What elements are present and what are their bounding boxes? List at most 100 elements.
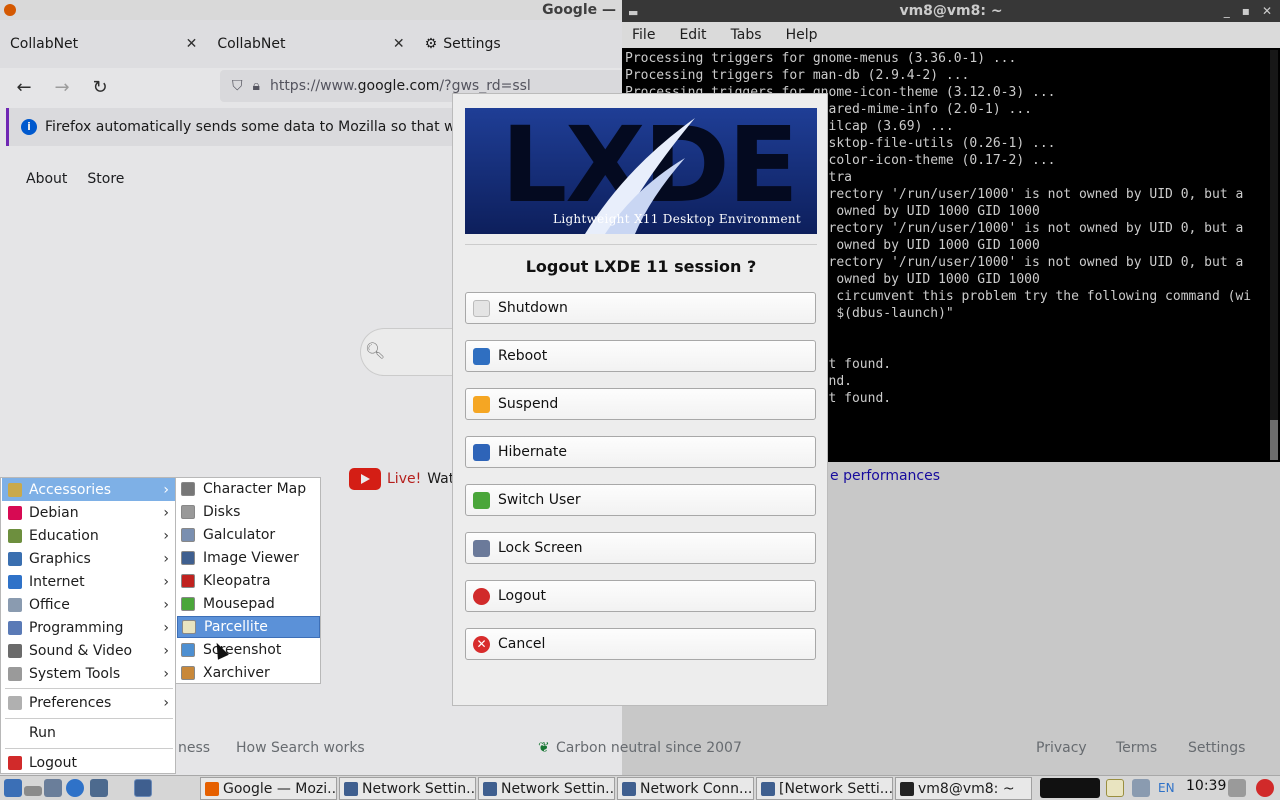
window-menu-icon[interactable]: ▬ [628, 2, 638, 24]
store-link[interactable]: Store [87, 171, 124, 187]
submenu-item-parcellite[interactable]: Parcellite [177, 616, 320, 638]
menu-item-logout[interactable]: Logout [2, 751, 175, 774]
button-label: Lock Screen [498, 540, 583, 556]
switch-user-button[interactable]: Switch User [465, 484, 816, 516]
keyboard-layout[interactable]: EN [1158, 781, 1175, 795]
youtube-icon [349, 468, 381, 490]
clock[interactable]: 10:39 [1186, 778, 1226, 794]
submenu-item-screenshot[interactable]: Screenshot [177, 639, 320, 661]
menu-item-graphics[interactable]: Graphics › [2, 547, 175, 570]
kleopatra-icon [181, 574, 195, 588]
submenu-item-disks[interactable]: Disks [177, 501, 320, 523]
close-icon[interactable]: ✕ [393, 36, 405, 52]
close-icon[interactable]: ✕ [186, 36, 198, 52]
carbon-neutral-text[interactable]: Carbon neutral since 2007 [556, 740, 742, 756]
chevron-right-icon: › [163, 665, 169, 682]
menu-item-sound-video[interactable]: Sound & Video › [2, 639, 175, 662]
logout-icon [8, 755, 22, 770]
terminal-scrollbar[interactable] [1270, 50, 1278, 460]
desktop-switcher-icon[interactable] [90, 779, 108, 797]
submenu-item-character-map[interactable]: Character Map [177, 478, 320, 500]
menu-item-accessories[interactable]: Accessories › [2, 478, 175, 501]
mousepad-icon [181, 597, 195, 611]
minimize-all-icon[interactable] [24, 786, 42, 796]
lock-screen-icon [473, 539, 490, 557]
youtube-promo[interactable]: Live! Watc [349, 468, 462, 490]
forward-arrow-icon[interactable]: → [52, 77, 72, 98]
shutdown-button[interactable]: Shutdown [465, 292, 816, 324]
submenu-item-xarchiver[interactable]: Xarchiver [177, 662, 320, 684]
menu-item-debian[interactable]: Debian › [2, 501, 175, 524]
lock-icon[interactable] [1228, 779, 1246, 797]
hibernate-button[interactable]: Hibernate [465, 436, 816, 468]
menu-item-education[interactable]: Education › [2, 524, 175, 547]
lock-icon[interactable]: 🔒︎ [253, 78, 260, 94]
maximize-icon[interactable]: ▪ [1242, 0, 1250, 22]
menu-item-internet[interactable]: Internet › [2, 570, 175, 593]
scrollbar-thumb[interactable] [1270, 420, 1278, 460]
taskbar-task-button[interactable]: Network Settin... [478, 777, 615, 800]
file-manager-icon[interactable] [44, 779, 62, 797]
privacy-link[interactable]: Privacy [1036, 740, 1087, 756]
task-label: [Network Setti... [779, 780, 893, 797]
menu-item-programming[interactable]: Programming › [2, 616, 175, 639]
submenu-item-label: Image Viewer [203, 550, 299, 566]
programming-icon [8, 620, 22, 635]
network-tray-icon[interactable] [1132, 779, 1150, 797]
tab-label: Settings [443, 36, 501, 52]
taskbar-task-button[interactable]: Network Settin... [339, 777, 476, 800]
menu-edit[interactable]: Edit [679, 27, 706, 43]
internet-icon [8, 574, 22, 589]
submenu-item-kleopatra[interactable]: Kleopatra [177, 570, 320, 592]
parcellite-tray-icon[interactable] [1106, 779, 1124, 797]
taskbar-task-button[interactable]: Network Conn... [617, 777, 754, 800]
submenu-item-galculator[interactable]: Galculator [177, 524, 320, 546]
shield-icon[interactable]: ⛉ [232, 78, 243, 94]
browser-launcher-icon[interactable] [66, 779, 84, 797]
menu-help[interactable]: Help [786, 27, 818, 43]
business-link[interactable]: ness [178, 740, 210, 756]
cancel-button[interactable]: ✕ Cancel [465, 628, 816, 660]
chevron-right-icon: › [163, 694, 169, 711]
close-icon[interactable]: ✕ [1262, 0, 1272, 22]
menu-item-preferences[interactable]: Preferences › [2, 691, 175, 714]
submenu-item-image-viewer[interactable]: Image Viewer [177, 547, 320, 569]
logout-button[interactable]: Logout [465, 580, 816, 612]
chevron-right-icon: › [163, 481, 169, 498]
switch-user-icon [473, 491, 490, 509]
footer-settings-link[interactable]: Settings [1188, 740, 1245, 756]
submenu-item-label: Galculator [203, 527, 276, 543]
chevron-right-icon: › [163, 527, 169, 544]
reload-icon[interactable]: ↻ [90, 77, 110, 98]
url-text: https://www.google.com/?gws_rd=ssl [269, 78, 531, 94]
menu-item-office[interactable]: Office › [2, 593, 175, 616]
terms-link[interactable]: Terms [1116, 740, 1157, 756]
submenu-item-mousepad[interactable]: Mousepad [177, 593, 320, 615]
taskbar-task-button[interactable]: vm8@vm8: ~ [895, 777, 1032, 800]
menu-file[interactable]: File [632, 27, 655, 43]
browser-titlebar: Google — [0, 0, 622, 20]
menu-tabs[interactable]: Tabs [731, 27, 762, 43]
how-search-works-link[interactable]: How Search works [236, 740, 365, 756]
power-icon[interactable] [1256, 779, 1274, 797]
divider [465, 244, 817, 245]
back-arrow-icon[interactable]: ← [14, 77, 34, 98]
tab-collabnet-2[interactable]: CollabNet ✕ [207, 20, 414, 68]
tab-collabnet-1[interactable]: CollabNet ✕ [0, 20, 207, 68]
parcellite-icon [182, 620, 196, 634]
reboot-button[interactable]: Reboot [465, 340, 816, 372]
logout-dialog: LXDE Lightweight X11 Desktop Environment… [452, 93, 828, 706]
chevron-right-icon: › [163, 550, 169, 567]
menu-item-system-tools[interactable]: System Tools › [2, 662, 175, 685]
taskbar-task-button[interactable]: [Network Setti... [756, 777, 893, 800]
taskbar-task-button[interactable]: Google — Mozi... [200, 777, 337, 800]
tab-settings[interactable]: ⚙ Settings [415, 20, 622, 68]
lock-screen-button[interactable]: Lock Screen [465, 532, 816, 564]
menu-item-run[interactable]: Run [2, 721, 175, 744]
workspace-icon[interactable] [134, 779, 152, 797]
about-link[interactable]: About [26, 171, 67, 187]
suspend-button[interactable]: Suspend [465, 388, 816, 420]
minimize-icon[interactable]: _ [1224, 0, 1230, 22]
start-menu-icon[interactable] [4, 779, 22, 797]
performances-link[interactable]: e performances [830, 468, 940, 484]
